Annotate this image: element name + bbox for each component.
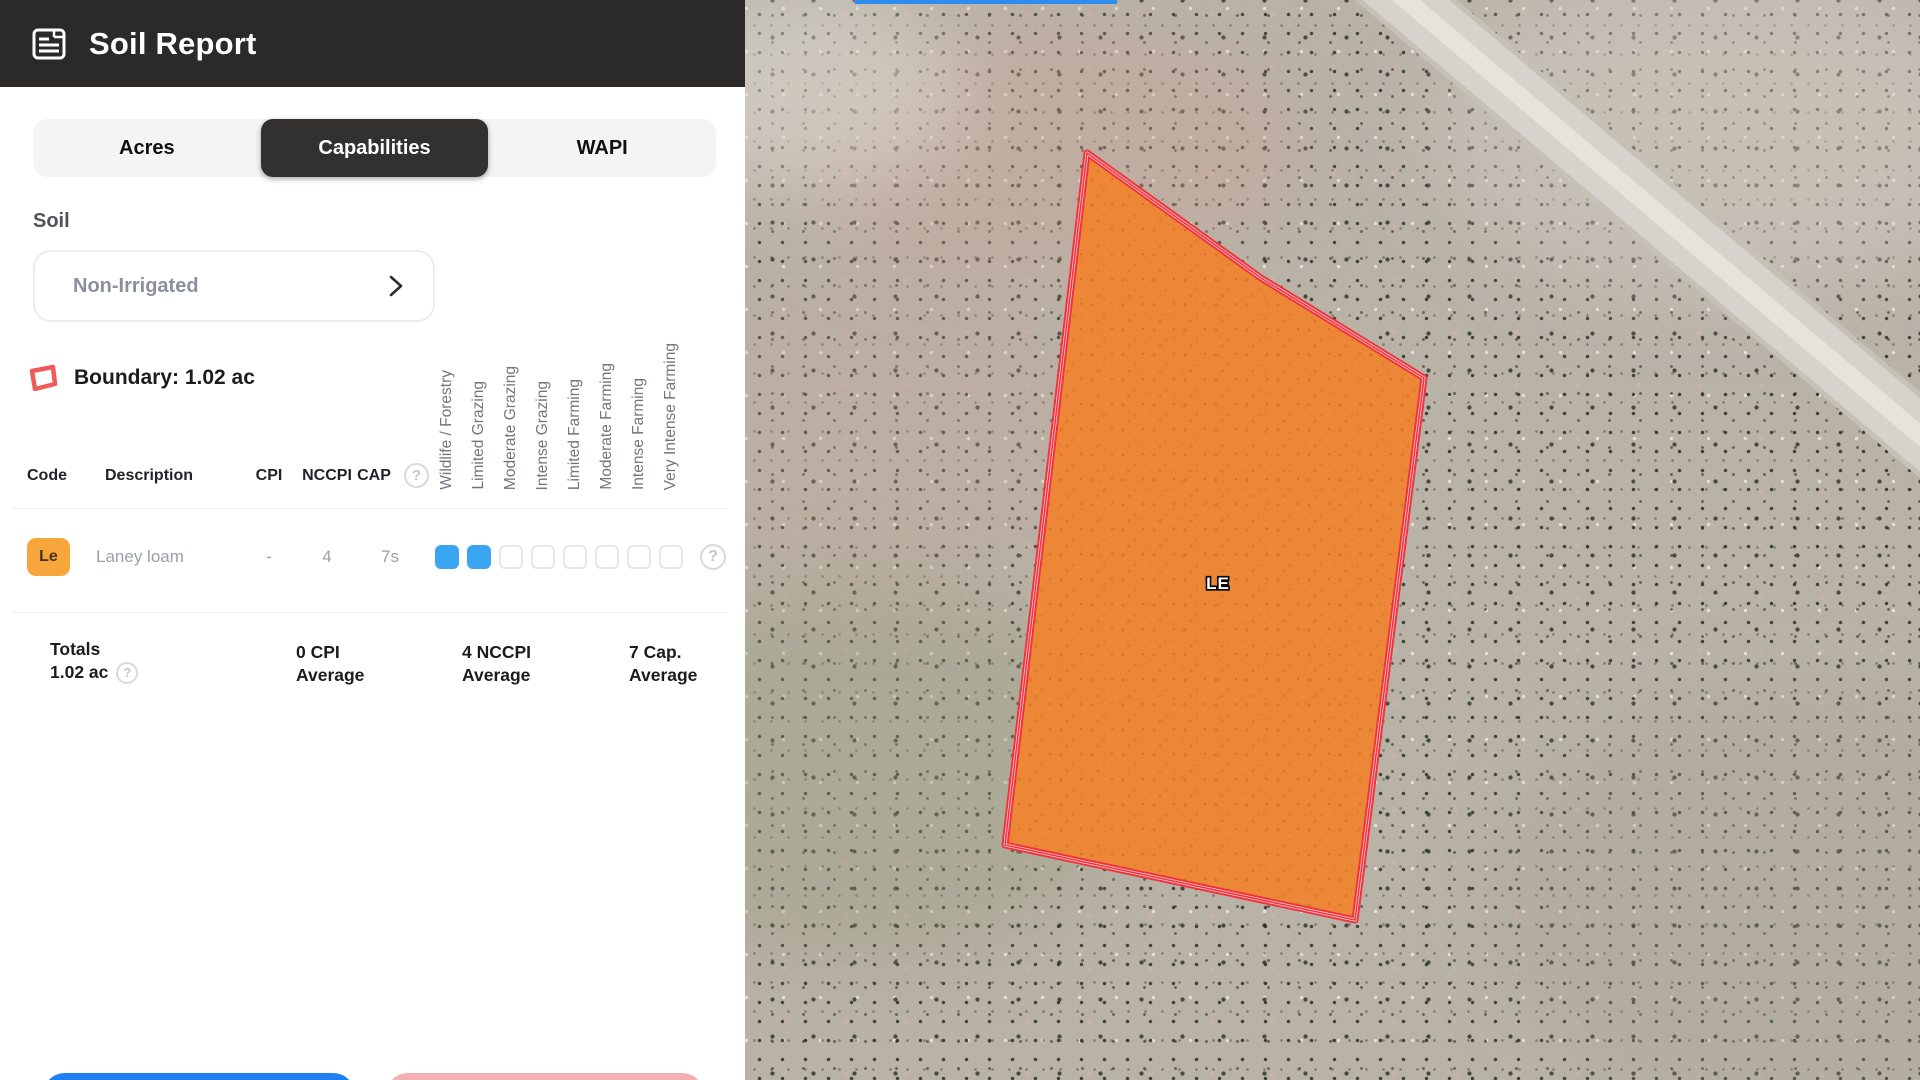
table-header-row: Code Description CPI NCCPI CAP [0, 463, 745, 491]
map-polyline-blue [855, 0, 1117, 4]
danger-action-button[interactable] [386, 1073, 704, 1080]
totals-row: Totals 1.02 ac ? 0 CPI Average 4 NCCPI A… [0, 638, 745, 698]
cap-help-icon[interactable]: ? [404, 463, 429, 488]
totals-area: 1.02 ac [50, 661, 108, 684]
soil-section-label: Soil [33, 210, 70, 233]
capability-cell-moderate-grazing [499, 545, 523, 569]
tab-acres[interactable]: Acres [33, 119, 261, 177]
totals-nccpi-label: Average [462, 664, 531, 687]
map-overlay: LE [745, 0, 1920, 1080]
report-tabs: Acres Capabilities WAPI [33, 119, 716, 177]
boundary-summary: Boundary: 1.02 ac [27, 360, 255, 396]
soil-report-panel: Soil Report Acres Capabilities WAPI Soil… [0, 0, 745, 1080]
map[interactable]: LE [745, 0, 1920, 1080]
tab-capabilities[interactable]: Capabilities [261, 119, 489, 177]
irrigation-select-value: Non-Irrigated [73, 275, 199, 298]
page-title: Soil Report [89, 26, 257, 62]
boundary-acreage: Boundary: 1.02 ac [74, 366, 255, 390]
tab-wapi[interactable]: WAPI [488, 119, 716, 177]
divider [12, 508, 728, 509]
totals-help-icon[interactable]: ? [116, 662, 138, 684]
soil-report-app: Soil Report Acres Capabilities WAPI Soil… [0, 0, 1920, 1080]
header-description: Description [105, 467, 193, 485]
header-cap: CAP [344, 467, 404, 485]
row-help-icon[interactable]: ? [700, 544, 726, 570]
totals-cap-label: Average [629, 664, 697, 687]
capability-cell-limited-farming [563, 545, 587, 569]
parcel-label: LE [1206, 574, 1230, 593]
soil-cap-value: 7s [360, 547, 420, 567]
capability-cell-moderate-farming [595, 545, 619, 569]
totals-cap-value: 7 Cap. [629, 641, 697, 664]
totals-nccpi-value: 4 NCCPI [462, 641, 531, 664]
capability-cell-intense-grazing [531, 545, 555, 569]
soil-code-badge: Le [27, 538, 70, 576]
table-row: Le Laney loam - 4 7s ? [0, 534, 745, 582]
totals-label: Totals [50, 638, 138, 661]
divider [12, 612, 728, 613]
header-code: Code [27, 467, 67, 485]
capability-cell-intense-farming [627, 545, 651, 569]
totals-cpi-value: 0 CPI [296, 641, 364, 664]
boundary-polygon-icon [27, 363, 59, 393]
totals-cpi-label: Average [296, 664, 364, 687]
capability-cell-limited-grazing [467, 545, 491, 569]
capability-cells [431, 545, 687, 569]
soil-cpi-value: - [239, 547, 299, 567]
report-icon [31, 26, 67, 62]
primary-action-button[interactable] [43, 1073, 355, 1080]
capability-cell-very-intense-farming [659, 545, 683, 569]
soil-nccpi-value: 4 [292, 547, 362, 567]
panel-header: Soil Report [0, 0, 745, 87]
header-cpi: CPI [239, 467, 299, 485]
irrigation-select[interactable]: Non-Irrigated [33, 250, 435, 322]
soil-description: Laney loam [96, 547, 184, 567]
chevron-right-icon [389, 274, 403, 298]
capability-cell-wildlife-forestry [435, 545, 459, 569]
